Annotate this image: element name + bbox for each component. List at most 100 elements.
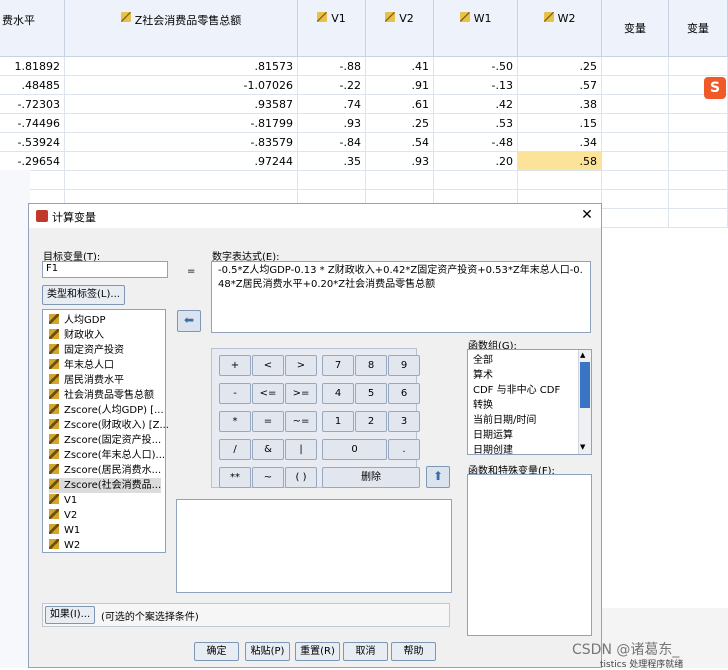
variable-list-item[interactable]: Zscore(固定资产投... <box>49 433 161 448</box>
variable-list-item[interactable]: 居民消费水平 <box>49 373 124 388</box>
col-header-var-1[interactable]: 变量 <box>602 0 669 57</box>
cell-v2[interactable]: .93 <box>366 152 434 171</box>
variable-list-item[interactable]: 社会消费品零售总额 <box>49 388 154 403</box>
cell-empty[interactable] <box>669 114 728 133</box>
cell-empty[interactable] <box>669 57 728 76</box>
cell-empty[interactable] <box>602 190 669 209</box>
paste-button[interactable]: 粘贴(P) <box>245 642 290 661</box>
cell-w2[interactable]: .25 <box>518 57 602 76</box>
cell-v1[interactable]: .74 <box>298 95 366 114</box>
cell-empty[interactable] <box>602 95 669 114</box>
reset-button[interactable]: 重置(R) <box>295 642 340 661</box>
scrollbar[interactable]: ▲ ▼ <box>578 350 591 454</box>
key-1[interactable]: 1 <box>322 411 354 432</box>
variable-list-item[interactable]: Zscore(社会消费品... <box>49 478 162 493</box>
function-group-item[interactable]: 转换 <box>473 398 493 413</box>
cancel-button[interactable]: 取消 <box>343 642 388 661</box>
key-8[interactable]: 8 <box>355 355 387 376</box>
key-0[interactable]: 0 <box>322 439 387 460</box>
key-delete[interactable]: 删除 <box>322 467 420 488</box>
variable-list-item[interactable]: 人均GDP <box>49 313 105 328</box>
variable-list-item[interactable]: V1 <box>49 493 77 508</box>
variable-list-item[interactable]: 财政收入 <box>49 328 104 343</box>
function-group-item[interactable]: CDF 与非中心 CDF <box>473 383 560 398</box>
key-not[interactable]: ~ <box>252 467 284 488</box>
col-header-z-retail[interactable]: Z社会消费品零售总额 <box>65 0 298 57</box>
cell-v2[interactable]: .25 <box>366 114 434 133</box>
cell-v1[interactable]: -.22 <box>298 76 366 95</box>
cell-v2[interactable]: .61 <box>366 95 434 114</box>
variable-list-item[interactable]: 固定资产投资 <box>49 343 124 358</box>
cell-v2[interactable] <box>366 171 434 190</box>
function-group-item[interactable]: 算术 <box>473 368 493 383</box>
variable-list-item[interactable]: Zscore(居民消费水... <box>49 463 161 478</box>
cell-z-retail[interactable]: -.81799 <box>65 114 298 133</box>
function-vars-list[interactable] <box>467 474 592 636</box>
input-method-icon[interactable]: S <box>704 77 726 99</box>
cell-w1[interactable]: .42 <box>434 95 518 114</box>
cell-empty[interactable] <box>602 171 669 190</box>
cell-v2[interactable]: .91 <box>366 76 434 95</box>
cell-v1[interactable]: -.88 <box>298 57 366 76</box>
cell-empty[interactable] <box>669 190 728 209</box>
key-greater-than[interactable]: > <box>285 355 317 376</box>
cell-w1[interactable]: -.13 <box>434 76 518 95</box>
cell-empty[interactable] <box>669 133 728 152</box>
variable-list-item[interactable]: Zscore(年末总人口)... <box>49 448 165 463</box>
variable-list[interactable]: 人均GDP 财政收入 固定资产投资 年末总人口 居民消费水平 社会消费品零售总额 Zscor… <box>42 309 169 553</box>
key-plus[interactable]: + <box>219 355 251 376</box>
cell-fd[interactable]: .48485 <box>0 76 65 95</box>
scroll-thumb[interactable] <box>580 362 590 408</box>
key-9[interactable]: 9 <box>388 355 420 376</box>
cell-w2[interactable]: .38 <box>518 95 602 114</box>
numeric-expression-input[interactable]: -0.5*Z人均GDP-0.13 * Z财政收入+0.42*Z固定资产投资+0.… <box>211 261 591 333</box>
variable-list-item[interactable]: V2 <box>49 508 77 523</box>
key-greater-equal[interactable]: >= <box>285 383 317 404</box>
cell-v1[interactable] <box>298 171 366 190</box>
cell-empty[interactable] <box>602 57 669 76</box>
move-variable-button[interactable]: ⬅ <box>177 310 201 332</box>
key-decimal[interactable]: . <box>388 439 420 460</box>
col-header-var-2[interactable]: 变量 <box>669 0 728 57</box>
col-header-v1[interactable]: V1 <box>298 0 366 57</box>
cell-fd[interactable]: -.29654 <box>0 152 65 171</box>
cell-z-retail[interactable]: -1.07026 <box>65 76 298 95</box>
cell-fd[interactable]: -.53924 <box>0 133 65 152</box>
key-less-than[interactable]: < <box>252 355 284 376</box>
cell-fd[interactable]: -.74496 <box>0 114 65 133</box>
cell-w2[interactable]: .57 <box>518 76 602 95</box>
cell-z-retail[interactable] <box>65 171 298 190</box>
key-4[interactable]: 4 <box>322 383 354 404</box>
key-5[interactable]: 5 <box>355 383 387 404</box>
function-group-item[interactable]: 日期创建 <box>473 443 513 458</box>
key-divide[interactable]: / <box>219 439 251 460</box>
cell-v1[interactable]: -.84 <box>298 133 366 152</box>
scroll-down-icon[interactable]: ▼ <box>580 443 585 451</box>
function-group-item[interactable]: 全部 <box>473 353 493 368</box>
col-header-w1[interactable]: W1 <box>434 0 518 57</box>
key-and[interactable]: & <box>252 439 284 460</box>
variable-list-item[interactable]: Zscore(财政收入) [Z... <box>49 418 169 433</box>
cell-z-retail[interactable]: .81573 <box>65 57 298 76</box>
cell-empty[interactable] <box>669 171 728 190</box>
target-variable-input[interactable]: F1 <box>42 261 168 278</box>
cell-empty[interactable] <box>602 114 669 133</box>
cell-empty[interactable] <box>669 152 728 171</box>
cell-v1[interactable]: .35 <box>298 152 366 171</box>
cell-w1[interactable]: -.50 <box>434 57 518 76</box>
type-and-label-button[interactable]: 类型和标签(L)... <box>42 285 125 305</box>
function-group-list[interactable]: ▲ ▼ 全部 算术 CDF 与非中心 CDF 转换 当前日期/时间 日期运算 日期创建 <box>467 349 592 458</box>
cell-empty[interactable] <box>602 133 669 152</box>
col-header-w2[interactable]: W2 <box>518 0 602 57</box>
cell-empty[interactable] <box>602 76 669 95</box>
cell-w1[interactable] <box>434 171 518 190</box>
help-button[interactable]: 帮助 <box>391 642 436 661</box>
key-or[interactable]: | <box>285 439 317 460</box>
key-parentheses[interactable]: ( ) <box>285 467 317 488</box>
cell-w1[interactable]: .20 <box>434 152 518 171</box>
scroll-up-icon[interactable]: ▲ <box>580 351 585 359</box>
cell-w1[interactable]: .53 <box>434 114 518 133</box>
cell-fd[interactable]: 1.81892 <box>0 57 65 76</box>
key-power[interactable]: ** <box>219 467 251 488</box>
dialog-titlebar[interactable]: 计算变量 ✕ <box>29 204 601 228</box>
